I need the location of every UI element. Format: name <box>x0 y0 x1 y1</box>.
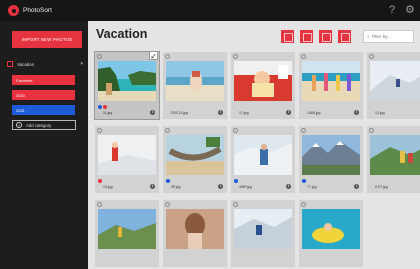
category-item-2020[interactable]: 2020 <box>12 90 75 100</box>
plus-icon: + <box>16 122 22 128</box>
photo-card[interactable]: 77.jpg i <box>299 126 363 193</box>
photo-thumbnail[interactable] <box>234 61 292 101</box>
gear-icon[interactable]: ⚙ <box>405 3 415 17</box>
photo-card[interactable]: ✓ 11.jpg i <box>94 51 160 120</box>
photo-card[interactable]: 13.jpg i <box>367 52 420 119</box>
photo-thumbnail[interactable] <box>370 61 420 101</box>
photo-card[interactable]: DSC13.jpg i <box>163 52 227 119</box>
select-circle[interactable] <box>300 201 306 207</box>
category-item-2021[interactable]: 2021 <box>12 105 75 115</box>
sidebar: IMPORT NEW PHOTOS Vacation ▾ Favorites 2… <box>0 21 88 269</box>
photo-card[interactable]: 8.ST.jpg i <box>367 126 420 193</box>
photo-filename: 17.jpg <box>239 111 249 115</box>
photo-thumbnail[interactable] <box>166 135 224 175</box>
photo-filename: DSC13.jpg <box>171 111 188 115</box>
tag-dots <box>98 105 107 109</box>
photo-grid: ✓ 11.jpg i DSC13.jpg i 17.jpg i 1488.jpg… <box>94 51 420 269</box>
select-circle[interactable] <box>164 127 170 133</box>
select-circle[interactable] <box>96 53 102 59</box>
folder-icon <box>7 61 13 67</box>
chevron-down-icon[interactable]: ▾ <box>80 61 83 67</box>
info-icon[interactable]: i <box>150 110 155 115</box>
tag-dot-red <box>103 105 107 109</box>
delete-button[interactable] <box>281 30 294 43</box>
tag-dots <box>234 179 238 183</box>
info-icon[interactable]: i <box>354 184 359 189</box>
app-logo-icon <box>8 5 19 16</box>
photo-thumbnail[interactable] <box>234 135 292 175</box>
photo-card[interactable] <box>231 200 295 267</box>
photo-filename: 4WP.jpg <box>239 185 252 189</box>
photo-thumbnail[interactable] <box>302 209 360 249</box>
photo-card[interactable] <box>95 200 159 267</box>
select-circle[interactable] <box>232 53 238 59</box>
photo-filename: 1488.jpg <box>307 111 321 115</box>
photo-thumbnail[interactable] <box>98 209 156 249</box>
category-item-favorites[interactable]: Favorites <box>12 75 75 85</box>
category-group-label: Vacation <box>17 61 35 67</box>
tag-dot-blue <box>98 105 102 109</box>
select-circle[interactable] <box>96 127 102 133</box>
photo-thumbnail[interactable] <box>98 61 156 101</box>
select-circle[interactable] <box>164 53 170 59</box>
photo-filename: 11.jpg <box>103 111 113 115</box>
select-circle[interactable] <box>96 201 102 207</box>
select-circle[interactable] <box>368 53 374 59</box>
tag-dots <box>166 179 170 183</box>
tag-dots <box>98 179 102 183</box>
tag-dot-blue <box>302 179 306 183</box>
info-icon[interactable]: i <box>218 184 223 189</box>
help-icon[interactable]: ? <box>389 3 395 17</box>
photo-card[interactable] <box>163 200 227 267</box>
photo-card[interactable]: 4P.jpg i <box>163 126 227 193</box>
select-circle[interactable] <box>164 201 170 207</box>
info-icon[interactable]: i <box>354 110 359 115</box>
tag-dot-blue <box>166 179 170 183</box>
select-circle[interactable] <box>232 127 238 133</box>
photo-card[interactable]: 13.jpg i <box>95 126 159 193</box>
select-circle[interactable] <box>300 127 306 133</box>
add-category-label: Add category <box>26 122 52 128</box>
photo-thumbnail[interactable] <box>370 135 420 175</box>
photo-filename: 13.jpg <box>103 185 113 189</box>
photo-thumbnail[interactable] <box>302 61 360 101</box>
title-bar: PhotoSort ? ⚙ <box>0 0 420 21</box>
info-icon[interactable]: i <box>286 110 291 115</box>
copy-button[interactable] <box>300 30 313 43</box>
page-title: Vacation <box>96 27 148 41</box>
select-circle[interactable] <box>232 201 238 207</box>
photo-card[interactable]: 17.jpg i <box>231 52 295 119</box>
photo-thumbnail[interactable] <box>166 61 224 101</box>
category-group-header[interactable]: Vacation ▾ <box>7 59 83 69</box>
import-photos-button[interactable]: IMPORT NEW PHOTOS <box>12 31 82 48</box>
photo-thumbnail[interactable] <box>234 209 292 249</box>
select-circle[interactable] <box>368 127 374 133</box>
photo-filename: 4P.jpg <box>171 185 181 189</box>
photo-card[interactable] <box>299 200 363 267</box>
select-circle[interactable] <box>300 53 306 59</box>
photo-card[interactable]: 4WP.jpg i <box>231 126 295 193</box>
photo-filename: 8.ST.jpg <box>375 185 388 189</box>
move-button[interactable] <box>319 30 332 43</box>
photo-card[interactable]: 1488.jpg i <box>299 52 363 119</box>
info-icon[interactable]: i <box>218 110 223 115</box>
info-icon[interactable]: i <box>150 184 155 189</box>
search-icon: ⌕ <box>367 34 370 39</box>
add-category-button[interactable]: + Add category <box>12 120 76 130</box>
photo-filename: 13.jpg <box>375 111 385 115</box>
photo-thumbnail[interactable] <box>166 209 224 249</box>
tag-dot-red <box>98 179 102 183</box>
checkmark-icon[interactable]: ✓ <box>149 51 158 61</box>
filter-input[interactable] <box>371 34 412 39</box>
filter-field[interactable]: ⌕ <box>363 30 414 43</box>
tag-dots <box>302 179 306 183</box>
tag-dot-blue <box>234 179 238 183</box>
photo-filename: 77.jpg <box>307 185 317 189</box>
photo-thumbnail[interactable] <box>98 135 156 175</box>
main-panel: Vacation ⌕ ✓ 11.jpg i <box>88 21 420 269</box>
app-title: PhotoSort <box>23 7 52 14</box>
info-icon[interactable]: i <box>286 184 291 189</box>
tag-button[interactable] <box>338 30 351 43</box>
photo-thumbnail[interactable] <box>302 135 360 175</box>
